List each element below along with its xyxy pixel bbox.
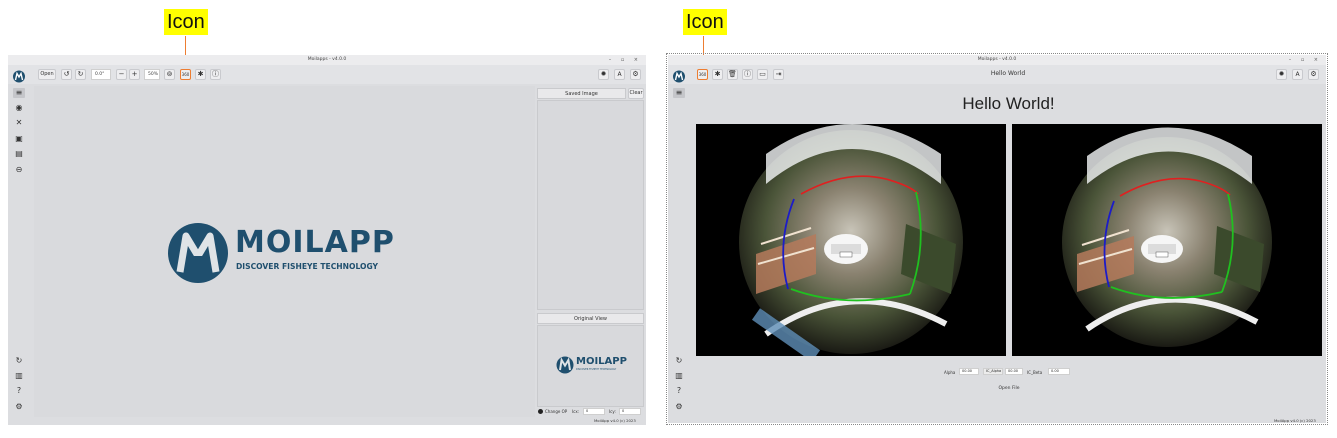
- right-main-view: Hello World! Alpha 00.00 IC_Alpha 00.00 …: [693, 86, 1324, 417]
- left-titlebar: Moilapps - v4.0.0 – ▫ ×: [8, 55, 646, 65]
- mini-brand-tagline: DISCOVER FISHEYE TECHNOLOGY: [576, 368, 617, 371]
- info-icon[interactable]: ⓘ: [742, 69, 753, 80]
- delete-trash-icon[interactable]: 🗑: [727, 69, 738, 80]
- record-icon[interactable]: ▥: [14, 371, 24, 381]
- theme-light-icon[interactable]: ✹: [1276, 69, 1287, 80]
- record-icon[interactable]: ▥: [674, 371, 684, 381]
- fisheye-image-left: [696, 124, 1006, 356]
- document-icon[interactable]: ▤: [14, 149, 24, 159]
- moil-logo-icon[interactable]: [12, 68, 26, 83]
- moilapp-logo: MOILAPP DISCOVER FISHEYE TECHNOLOGY: [167, 222, 407, 284]
- 360-view-icon[interactable]: 360: [697, 69, 708, 80]
- right-footer: MoilApp v4.0 (c) 2023: [1274, 418, 1316, 423]
- right-titlebar: Moilapps - v4.0.0 – ▫ ×: [668, 55, 1326, 65]
- fisheye-icon[interactable]: ◉: [14, 103, 24, 113]
- settings-gear-icon[interactable]: ⚙: [1308, 69, 1319, 80]
- image-icon[interactable]: ▣: [14, 134, 24, 144]
- info-icon[interactable]: ⓘ: [210, 69, 221, 80]
- change-op-label: Change OP: [545, 409, 568, 414]
- brand-name: MOILAPP: [235, 225, 395, 260]
- 360-view-icon[interactable]: 360: [180, 69, 191, 80]
- left-sidebar: ≡ ◉ ✕ ▣ ▤ ⊖ ↻ ▥ ? ⚙: [8, 84, 31, 425]
- ic-alpha-input[interactable]: 00.00: [1005, 368, 1023, 375]
- change-op-radio[interactable]: [538, 409, 543, 414]
- icx-label: Icx:: [572, 409, 580, 414]
- left-footer: MoilApp v4.0 (c) 2023: [594, 418, 636, 423]
- original-view-header: Original View: [537, 313, 644, 324]
- minus-circle-icon[interactable]: ⊖: [14, 165, 24, 175]
- alpha-label: Alpha: [944, 370, 956, 375]
- refresh-icon[interactable]: ↻: [674, 356, 684, 366]
- zoom-value-input[interactable]: 50%: [144, 69, 160, 80]
- window-controls[interactable]: – ▫ ×: [609, 55, 642, 65]
- original-view-panel: MOILAPP DISCOVER FISHEYE TECHNOLOGY: [537, 325, 644, 407]
- moilapp-emblem-icon: [168, 223, 228, 283]
- right-sidebar: ≡ ↻ ▥ ? ⚙: [668, 84, 691, 423]
- font-size-icon[interactable]: A: [1292, 69, 1303, 80]
- icy-label: Icy:: [609, 409, 616, 414]
- open-file-button[interactable]: Open File: [989, 385, 1029, 394]
- plugin-puzzle-icon[interactable]: ✱: [712, 69, 723, 80]
- rotate-left-icon[interactable]: ↺: [61, 69, 72, 80]
- saved-image-panel: [537, 100, 644, 310]
- fisheye-image-right: [1012, 124, 1322, 356]
- menu-icon[interactable]: ≡: [13, 88, 25, 98]
- settings-gear-icon[interactable]: ⚙: [630, 69, 641, 80]
- icx-input[interactable]: 0: [583, 408, 605, 415]
- help-icon[interactable]: ?: [674, 386, 684, 396]
- zoom-out-icon[interactable]: −: [116, 69, 127, 80]
- plugin-puzzle-icon[interactable]: ✱: [195, 69, 206, 80]
- theme-light-icon[interactable]: ✹: [598, 69, 609, 80]
- font-size-icon[interactable]: A: [614, 69, 625, 80]
- sidebar-settings-icon[interactable]: ⚙: [14, 402, 24, 412]
- right-app-window: Moilapps - v4.0.0 – ▫ × 360 ✱ 🗑 ⓘ ▭ ⇥ He…: [668, 55, 1326, 423]
- icon-callout-right: Icon: [683, 9, 727, 35]
- window-title: Moilapps - v4.0.0: [977, 57, 1017, 62]
- clear-button[interactable]: Clear: [628, 88, 644, 99]
- reset-view-icon[interactable]: ⊚: [164, 69, 175, 80]
- toolbar-title: Hello World: [990, 70, 1026, 77]
- saved-image-header: Saved Image: [537, 88, 626, 99]
- rotate-angle-input[interactable]: 0.0°: [91, 69, 111, 80]
- refresh-icon[interactable]: ↻: [14, 356, 24, 366]
- zoom-in-icon[interactable]: +: [129, 69, 140, 80]
- left-main-view: MOILAPP DISCOVER FISHEYE TECHNOLOGY: [34, 86, 535, 417]
- left-toolbar: Open ↺ ↻ 0.0° − + 50% ⊚ 360 ✱ ⓘ ✹ A ⚙: [8, 65, 646, 84]
- hello-world-heading: Hello World!: [962, 94, 1055, 113]
- ic-alpha-label: IC_Alpha: [983, 368, 1003, 375]
- ic-beta-input[interactable]: 0.00: [1048, 368, 1070, 375]
- exit-icon[interactable]: ⇥: [773, 69, 784, 80]
- mini-emblem-icon: [556, 356, 574, 374]
- window-controls[interactable]: – ▫ ×: [1289, 55, 1322, 65]
- window-title: Moilapps - v4.0.0: [307, 57, 347, 62]
- icon-callout-left: Icon: [164, 9, 208, 35]
- panorama-icon[interactable]: ✕: [14, 118, 24, 128]
- window-icon[interactable]: ▭: [757, 69, 768, 80]
- sidebar-settings-icon[interactable]: ⚙: [674, 402, 684, 412]
- help-icon[interactable]: ?: [14, 386, 24, 396]
- open-button[interactable]: Open: [38, 69, 56, 80]
- mini-moilapp-logo: MOILAPP DISCOVER FISHEYE TECHNOLOGY: [556, 356, 631, 376]
- rotate-right-icon[interactable]: ↻: [75, 69, 86, 80]
- menu-icon[interactable]: ≡: [673, 88, 685, 98]
- moil-logo-icon[interactable]: [672, 68, 686, 83]
- mini-brand-name: MOILAPP: [576, 356, 627, 367]
- icy-input[interactable]: 0: [619, 408, 641, 415]
- alpha-input[interactable]: 00.00: [959, 368, 979, 375]
- ic-beta-label: IC_Beta: [1027, 370, 1043, 375]
- right-toolbar: 360 ✱ 🗑 ⓘ ▭ ⇥ Hello World ✹ A ⚙: [668, 65, 1326, 84]
- brand-tagline: DISCOVER FISHEYE TECHNOLOGY: [236, 262, 379, 271]
- left-app-window: Moilapps - v4.0.0 – ▫ × Open ↺ ↻ 0.0° − …: [8, 55, 646, 425]
